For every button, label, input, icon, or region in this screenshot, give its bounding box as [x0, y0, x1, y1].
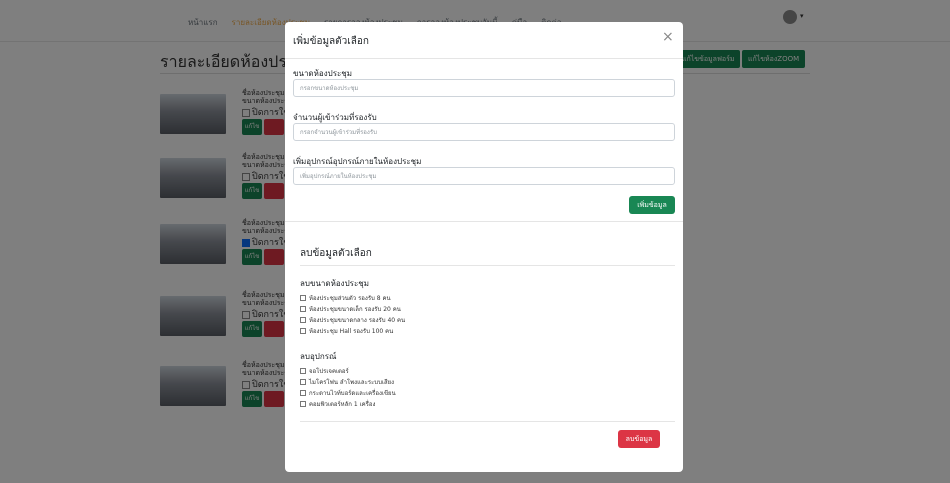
- delete-section-divider: [300, 265, 675, 266]
- add-option-modal: เพิ่มข้อมูลตัวเลือก × ขนาดห้องประชุม จำน…: [285, 22, 683, 472]
- checkbox-icon[interactable]: [300, 400, 306, 407]
- option-label: กระดานไวท์บอร์ดและเครื่องเขียน: [309, 389, 396, 397]
- equipment-option-list: จอโปรเจคเตอร์ไมโครโฟน ลำโพงและระบบเสียงก…: [300, 365, 396, 409]
- equipment-input[interactable]: [293, 167, 675, 185]
- checkbox-icon[interactable]: [300, 367, 306, 374]
- modal-title: เพิ่มข้อมูลตัวเลือก: [293, 36, 369, 47]
- checkbox-icon[interactable]: [300, 389, 306, 396]
- checkbox-icon[interactable]: [300, 316, 306, 323]
- close-icon[interactable]: ×: [662, 30, 674, 44]
- size-option-item[interactable]: ห้องประชุมส่วนตัว รองรับ 8 คน: [300, 292, 405, 303]
- option-label: ห้องประชุม Hall รองรับ 100 คน: [309, 327, 394, 335]
- equipment-option-item[interactable]: คอมพิวเตอร์หลัก 1 เครื่อง: [300, 398, 396, 409]
- delete-equipment-label: ลบอุปกรณ์: [300, 352, 337, 361]
- size-option-item[interactable]: ห้องประชุมขนาดเล็ก รองรับ 20 คน: [300, 303, 405, 314]
- equipment-option-item[interactable]: ไมโครโฟน ลำโพงและระบบเสียง: [300, 376, 396, 387]
- checkbox-icon[interactable]: [300, 294, 306, 301]
- checkbox-icon[interactable]: [300, 305, 306, 312]
- option-label: ไมโครโฟน ลำโพงและระบบเสียง: [309, 378, 395, 386]
- size-option-item[interactable]: ห้องประชุมขนาดกลาง รองรับ 40 คน: [300, 314, 405, 325]
- equipment-option-item[interactable]: กระดานไวท์บอร์ดและเครื่องเขียน: [300, 387, 396, 398]
- option-label: คอมพิวเตอร์หลัก 1 เครื่อง: [309, 400, 376, 408]
- delete-size-label: ลบขนาดห้องประชุม: [300, 279, 369, 288]
- checkbox-icon[interactable]: [300, 327, 306, 334]
- option-label: ห้องประชุมส่วนตัว รองรับ 8 คน: [309, 294, 391, 302]
- equipment-option-item[interactable]: จอโปรเจคเตอร์: [300, 365, 396, 376]
- size-option-list: ห้องประชุมส่วนตัว รองรับ 8 คนห้องประชุมข…: [300, 292, 405, 336]
- delete-data-button[interactable]: ลบข้อมูล: [618, 430, 660, 448]
- checkbox-icon[interactable]: [300, 378, 306, 385]
- modal-header: เพิ่มข้อมูลตัวเลือก ×: [285, 22, 683, 59]
- size-option-item[interactable]: ห้องประชุม Hall รองรับ 100 คน: [300, 325, 405, 336]
- option-label: ห้องประชุมขนาดเล็ก รองรับ 20 คน: [309, 305, 401, 313]
- attendees-input[interactable]: [293, 123, 675, 141]
- modal-divider: [285, 221, 683, 222]
- option-label: จอโปรเจคเตอร์: [309, 367, 349, 375]
- delete-section-title: ลบข้อมูลตัวเลือก: [300, 248, 372, 259]
- room-size-input[interactable]: [293, 79, 675, 97]
- modal-footer-divider: [300, 421, 675, 422]
- add-data-button[interactable]: เพิ่มข้อมูล: [629, 196, 675, 214]
- option-label: ห้องประชุมขนาดกลาง รองรับ 40 คน: [309, 316, 406, 324]
